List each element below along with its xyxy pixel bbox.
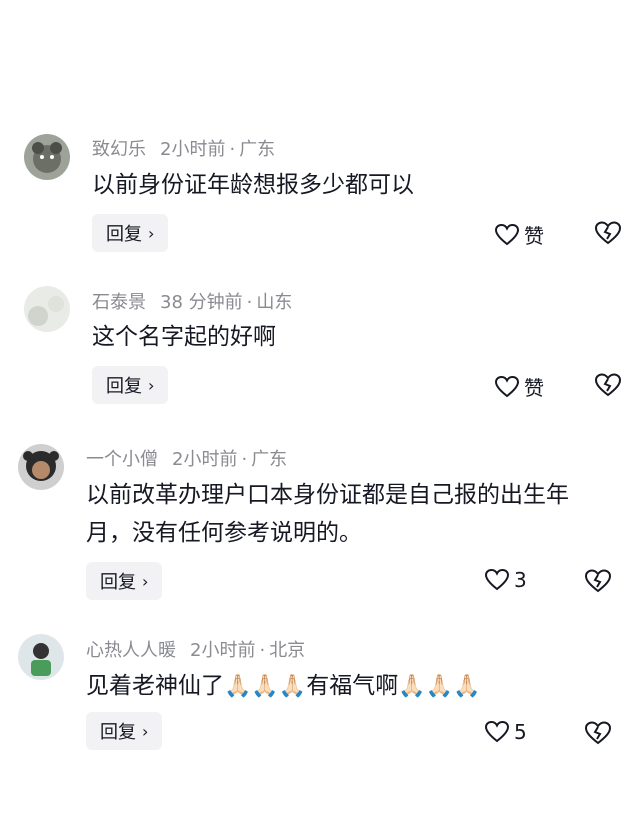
location: 广东: [251, 449, 288, 470]
like-count: 3: [514, 568, 527, 592]
separator: ·: [241, 449, 248, 470]
chevron-right-icon: ›: [148, 223, 155, 243]
chevron-right-icon: ›: [148, 375, 155, 395]
dislike-button[interactable]: [584, 720, 612, 746]
like-button[interactable]: 赞: [494, 220, 544, 249]
like-label: 赞: [524, 376, 544, 400]
chevron-right-icon: ›: [142, 571, 149, 591]
reply-label: 回复: [100, 572, 136, 593]
dislike-button[interactable]: [594, 372, 622, 398]
username[interactable]: 致幻乐: [92, 139, 146, 160]
reply-button[interactable]: 回复 ›: [92, 366, 169, 404]
broken-heart-icon: [594, 221, 622, 245]
like-button[interactable]: 5: [484, 720, 527, 744]
comment-meta: 心热人人暖 2小时前 · 北京: [86, 636, 305, 662]
comment-text: 见着老神仙了🙏🏻🙏🏻🙏🏻有福气啊🙏🏻🙏🏻🙏🏻: [86, 667, 626, 706]
like-button[interactable]: 赞: [494, 372, 544, 401]
avatar[interactable]: [24, 286, 70, 332]
location: 北京: [269, 640, 306, 661]
location: 广东: [239, 139, 276, 160]
timestamp: 2小时前: [160, 139, 226, 160]
separator: ·: [229, 139, 236, 160]
comment-meta: 石泰景 38 分钟前 · 山东: [92, 288, 292, 314]
comment-text-part: 见着老神仙了: [86, 673, 224, 699]
broken-heart-icon: [584, 569, 612, 593]
reply-button[interactable]: 回复 ›: [86, 562, 163, 600]
reply-label: 回复: [100, 722, 136, 743]
heart-outline-icon: [484, 720, 510, 743]
comment-meta: 一个小僧 2小时前 · 广东: [86, 445, 287, 471]
reply-label: 回复: [106, 224, 142, 245]
timestamp: 38 分钟前: [160, 292, 243, 313]
comment-text: 以前改革办理户口本身份证都是自己报的出生年月，没有任何参考说明的。: [86, 482, 569, 546]
broken-heart-icon: [594, 373, 622, 397]
avatar[interactable]: [24, 134, 70, 180]
reply-button[interactable]: 回复 ›: [86, 712, 163, 750]
pray-emoji: 🙏🏻🙏🏻🙏🏻: [398, 674, 481, 699]
like-count: 5: [514, 720, 527, 744]
heart-outline-icon: [494, 223, 520, 245]
timestamp: 2小时前: [172, 449, 238, 470]
dislike-button[interactable]: [594, 220, 622, 246]
avatar[interactable]: [18, 444, 64, 490]
reply-button[interactable]: 回复 ›: [92, 214, 169, 252]
comment-text: 这个名字起的好啊: [92, 324, 276, 350]
username[interactable]: 心热人人暖: [86, 640, 176, 661]
separator: ·: [259, 640, 266, 661]
separator: ·: [246, 292, 253, 313]
username[interactable]: 石泰景: [92, 292, 146, 313]
avatar[interactable]: [18, 634, 64, 680]
location: 山东: [256, 292, 293, 313]
comment-text-part: 有福气啊: [306, 673, 399, 699]
pray-emoji: 🙏🏻🙏🏻🙏🏻: [224, 674, 307, 699]
like-button[interactable]: 3: [484, 568, 527, 592]
dislike-button[interactable]: [584, 568, 612, 594]
broken-heart-icon: [584, 721, 612, 745]
chevron-right-icon: ›: [142, 721, 149, 741]
username[interactable]: 一个小僧: [86, 449, 158, 470]
timestamp: 2小时前: [190, 640, 256, 661]
heart-outline-icon: [494, 375, 520, 397]
like-label: 赞: [524, 224, 544, 248]
comment-meta: 致幻乐 2小时前 · 广东: [92, 135, 275, 161]
heart-outline-icon: [484, 568, 510, 591]
reply-label: 回复: [106, 376, 142, 397]
comment-text: 以前身份证年龄想报多少都可以: [92, 172, 414, 198]
